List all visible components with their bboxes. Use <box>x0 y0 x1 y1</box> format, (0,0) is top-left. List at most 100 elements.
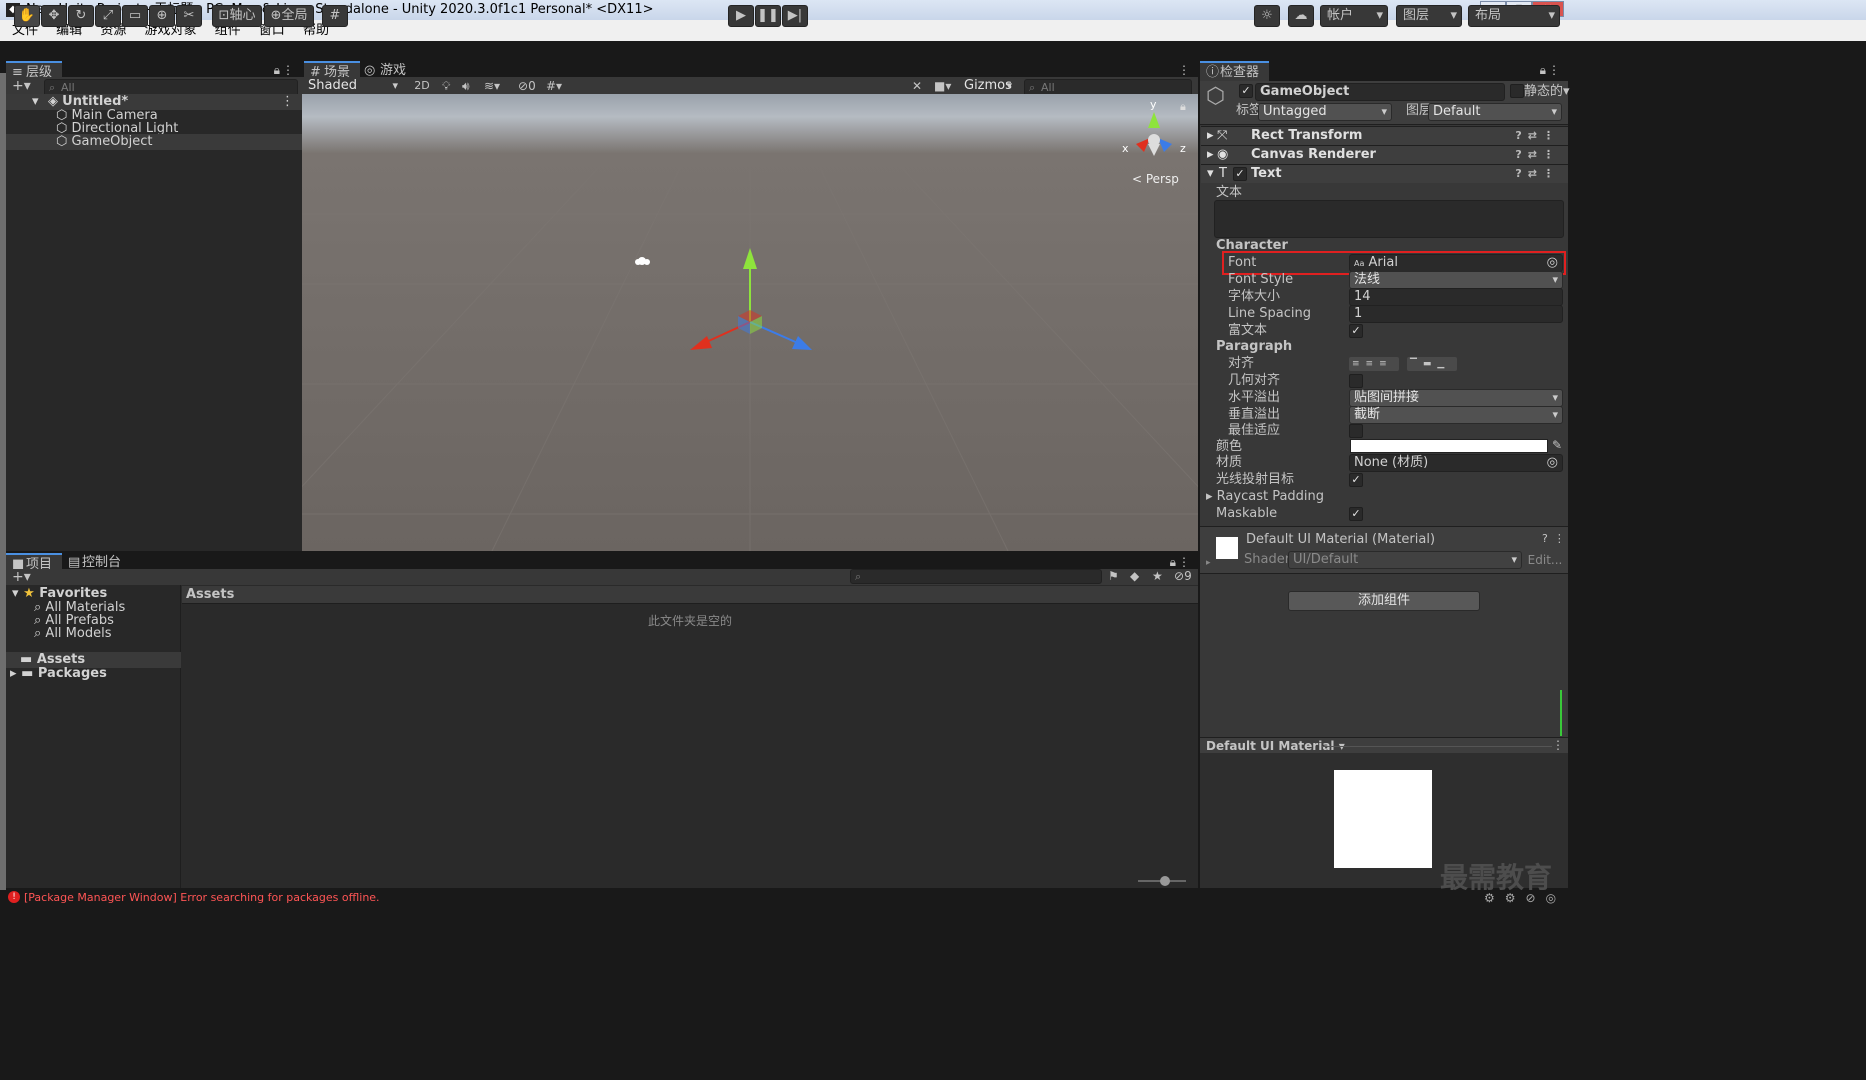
hidden-objects-icon[interactable]: ⊘0 <box>518 79 536 93</box>
object-picker-icon[interactable]: ◎ <box>1547 455 1558 471</box>
favorite-star-icon[interactable]: ★ <box>1152 569 1163 583</box>
vertical-overflow-dropdown[interactable]: 截断 <box>1349 406 1563 424</box>
font-object-field[interactable]: Aa Arial ◎ <box>1349 254 1563 272</box>
rich-text-checkbox[interactable]: ✓ <box>1349 324 1363 338</box>
lock-icon[interactable]: 🔒︎ <box>1180 100 1186 114</box>
add-component-button[interactable]: 添加组件 <box>1288 591 1480 611</box>
text-enabled-checkbox[interactable]: ✓ <box>1233 167 1247 181</box>
rect-tool-icon[interactable]: ▭ <box>122 5 148 27</box>
font-size-field[interactable]: 14 <box>1349 288 1563 306</box>
breadcrumb-assets[interactable]: Assets <box>186 587 234 602</box>
custom-tool-icon[interactable]: ✂ <box>176 5 202 27</box>
canvas-renderer-header[interactable]: ▸ ◉ Canvas Renderer ?⇄⋮ <box>1201 145 1568 164</box>
shader-edit-button[interactable]: Edit... <box>1526 551 1564 569</box>
grid-toggle-icon[interactable]: #▾ <box>546 79 562 93</box>
play-button[interactable]: ▶ <box>728 5 754 27</box>
preview-title: Default UI Material <box>1206 739 1335 753</box>
component-menu-icons[interactable]: ?⇄⋮ <box>1515 165 1560 183</box>
active-checkbox[interactable]: ✓ <box>1239 84 1253 98</box>
tools-icon[interactable]: ✕ <box>912 79 922 93</box>
step-button[interactable]: ▶| <box>782 5 808 27</box>
shader-dropdown[interactable]: UI/Default <box>1288 551 1522 569</box>
lock-icon[interactable]: 🔒︎ <box>1170 555 1176 570</box>
more-icon[interactable]: ⋮ <box>1552 738 1564 752</box>
more-icon[interactable]: ⋮ <box>282 63 294 77</box>
search-by-type-icon[interactable]: ⚑ <box>1108 569 1119 583</box>
expand-arrow-icon[interactable]: ▸ <box>1206 558 1211 568</box>
vertical-align-buttons[interactable]: ▔▬▁ <box>1407 357 1457 371</box>
tag-dropdown[interactable]: Untagged <box>1258 103 1392 121</box>
object-picker-icon[interactable]: ◎ <box>1547 255 1558 271</box>
layers-dropdown[interactable]: 图层 ▾ <box>1396 5 1462 27</box>
chevron-down-icon: ▾ <box>1450 8 1457 23</box>
camera-icon[interactable]: ■▾ <box>934 79 951 93</box>
best-fit-checkbox[interactable] <box>1349 424 1363 438</box>
font-style-label: Font Style <box>1228 272 1294 287</box>
more-icon[interactable]: ⋮ <box>281 94 294 110</box>
add-icon[interactable]: +▾ <box>12 78 31 94</box>
hand-tool-icon[interactable]: ✋ <box>14 5 40 27</box>
more-icon[interactable]: ⋮ <box>1178 63 1190 77</box>
lighting-icon[interactable]: 💡︎ <box>442 79 450 94</box>
line-spacing-field[interactable]: 1 <box>1349 305 1563 323</box>
status-icons[interactable]: ⚙⚙⊘◎ <box>1484 891 1566 905</box>
rotate-tool-icon[interactable]: ↻ <box>68 5 94 27</box>
color-swatch[interactable] <box>1350 439 1548 453</box>
global-toggle-button[interactable]: ⊕全局 <box>264 5 314 27</box>
eyedropper-icon[interactable]: ✎ <box>1552 438 1562 452</box>
paragraph-header: Paragraph <box>1216 339 1293 354</box>
component-menu-icons[interactable]: ?⇄⋮ <box>1515 127 1560 145</box>
tab-inspector[interactable]: ⓘ 检查器 <box>1200 61 1270 81</box>
cloud-icon[interactable]: ☁ <box>1288 5 1314 27</box>
zoom-slider-handle[interactable] <box>1160 876 1170 886</box>
transform-tool-icon[interactable]: ⊕ <box>149 5 175 27</box>
horizontal-overflow-dropdown[interactable]: 贴图间拼接 <box>1349 389 1563 407</box>
align-by-geometry-checkbox[interactable] <box>1349 374 1363 388</box>
search-by-label-icon[interactable]: ◆ <box>1130 569 1139 583</box>
2d-toggle-button[interactable]: 2D <box>410 79 434 92</box>
packages-folder[interactable]: ▸ ▬ Packages <box>10 666 107 682</box>
text-component-header[interactable]: ▾ T ✓ Text ?⇄⋮ <box>1201 164 1568 183</box>
chevron-down-icon: ▾ <box>1548 8 1555 23</box>
error-message[interactable]: [Package Manager Window] Error searching… <box>24 891 380 904</box>
move-tool-icon[interactable]: ✥ <box>41 5 67 27</box>
more-icon[interactable]: ⋮ <box>1548 63 1560 77</box>
raycast-target-checkbox[interactable]: ✓ <box>1349 473 1363 487</box>
static-dropdown[interactable]: 静态的▾ <box>1524 83 1570 101</box>
component-menu-icons[interactable]: ?⇄⋮ <box>1515 146 1560 164</box>
hierarchy-item-selected[interactable]: ⬡ GameObject <box>6 134 302 150</box>
audio-icon[interactable]: 🔊︎ <box>462 79 470 94</box>
horizontal-align-buttons[interactable]: ≡≡≡ <box>1349 357 1399 371</box>
more-icon[interactable]: ⋮ <box>1178 555 1190 569</box>
rect-transform-header[interactable]: ▸ ⤧ Rect Transform ?⇄⋮ <box>1201 126 1568 145</box>
scene-viewport[interactable]: y x z < Persp 🔒︎ <box>302 94 1198 551</box>
account-dropdown[interactable]: 帐户 ▾ <box>1320 5 1388 27</box>
hierarchy-item-label: GameObject <box>71 134 153 149</box>
component-menu-icons[interactable]: ?⋮ <box>1542 532 1571 545</box>
pivot-toggle-button[interactable]: ⊡轴心 <box>212 5 262 27</box>
lock-icon[interactable]: 🔒︎ <box>1540 63 1546 78</box>
tab-game-label: 游戏 <box>380 63 407 78</box>
folder-label: Assets <box>36 652 86 667</box>
scale-tool-icon[interactable]: ⤢ <box>95 5 121 27</box>
layer-dropdown[interactable]: Default <box>1428 103 1562 121</box>
effects-icon[interactable]: ≋▾ <box>484 79 500 93</box>
add-icon[interactable]: +▾ <box>12 569 31 585</box>
material-value: None (材质) <box>1354 455 1429 470</box>
static-checkbox[interactable] <box>1510 84 1524 98</box>
raycast-padding-foldout[interactable]: ▸ Raycast Padding <box>1206 488 1324 506</box>
maskable-checkbox[interactable]: ✓ <box>1349 507 1363 521</box>
material-object-field[interactable]: None (材质) ◎ <box>1349 454 1563 472</box>
text-area-field[interactable] <box>1214 200 1564 238</box>
pause-button[interactable]: ❚❚ <box>755 5 781 27</box>
perspective-toggle[interactable]: < Persp <box>1132 172 1179 186</box>
layout-dropdown[interactable]: 布局 ▾ <box>1468 5 1560 27</box>
list-item[interactable]: ⌕ All Models <box>34 626 111 642</box>
grid-snap-icon[interactable]: # <box>322 5 348 27</box>
object-name-field[interactable]: GameObject <box>1255 83 1505 101</box>
lock-icon[interactable]: 🔒︎ <box>274 63 280 78</box>
project-search-input[interactable]: ⌕ <box>850 569 1102 584</box>
font-style-dropdown[interactable]: 法线 <box>1349 271 1563 289</box>
collab-icon[interactable]: ☼ <box>1254 5 1280 27</box>
hidden-packages-icon[interactable]: ⊘9 <box>1174 569 1192 583</box>
